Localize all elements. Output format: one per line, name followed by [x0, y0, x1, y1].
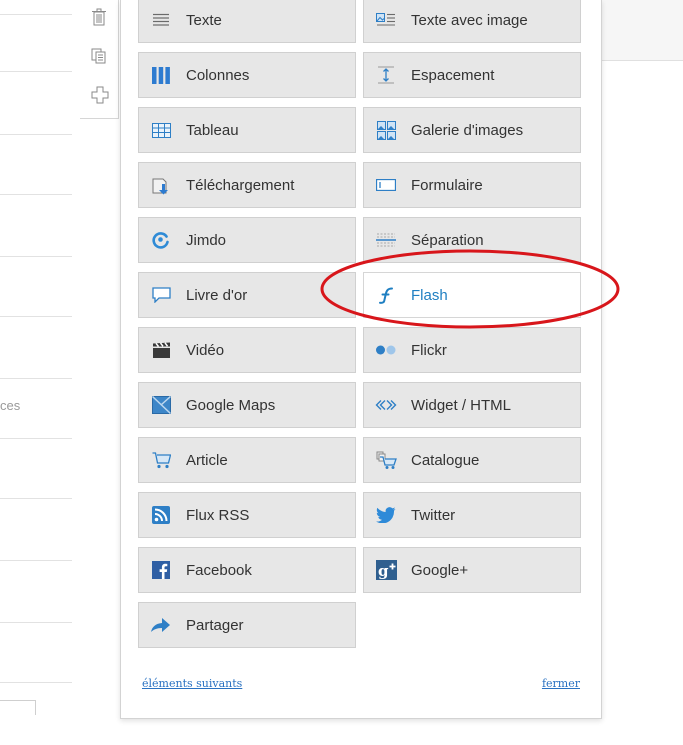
clapperboard-icon — [150, 339, 172, 361]
button-label: Twitter — [411, 506, 456, 524]
add-video-button[interactable]: Vidéo — [138, 327, 356, 373]
copy-icon[interactable] — [91, 48, 107, 64]
add-galerie-button[interactable]: Galerie d'images — [363, 107, 581, 153]
download-icon — [150, 174, 172, 196]
svg-text:g: g — [378, 562, 389, 580]
rss-icon — [150, 504, 172, 526]
share-arrow-icon — [150, 614, 172, 636]
table-icon — [150, 119, 172, 141]
add-separation-button[interactable]: Séparation — [363, 217, 581, 263]
form-icon — [375, 174, 397, 196]
jimdo-icon — [150, 229, 172, 251]
add-google-maps-button[interactable]: Google Maps — [138, 382, 356, 428]
button-label: Formulaire — [411, 176, 483, 194]
add-article-button[interactable]: Article — [138, 437, 356, 483]
divider — [0, 194, 72, 195]
divider — [0, 682, 72, 683]
divider — [0, 134, 72, 135]
button-label: Google+ — [411, 561, 469, 579]
button-label: Jimdo — [186, 231, 227, 249]
add-widget-html-button[interactable]: Widget / HTML — [363, 382, 581, 428]
button-label: Galerie d'images — [411, 121, 524, 139]
element-tool-strip — [80, 0, 119, 119]
add-livre-dor-button[interactable]: Livre d'or — [138, 272, 356, 318]
button-label: Partager — [186, 616, 244, 634]
columns-icon — [150, 64, 172, 86]
add-twitter-button[interactable]: Twitter — [363, 492, 581, 538]
button-label: Colonnes — [186, 66, 250, 84]
move-icon[interactable] — [91, 86, 109, 104]
add-jimdo-button[interactable]: Jimdo — [138, 217, 356, 263]
button-label: Widget / HTML — [411, 396, 512, 414]
button-label: Article — [186, 451, 228, 469]
button-label: Flickr — [411, 341, 447, 359]
trash-icon[interactable] — [91, 8, 107, 26]
text-lines-icon — [150, 9, 172, 31]
divider — [0, 438, 72, 439]
gallery-icon — [375, 119, 397, 141]
divider — [0, 256, 72, 257]
add-google-plus-button[interactable]: g Google+ — [363, 547, 581, 593]
twitter-icon — [375, 504, 397, 526]
add-flux-rss-button[interactable]: Flux RSS — [138, 492, 356, 538]
button-label: Séparation — [411, 231, 484, 249]
add-texte-avec-image-button[interactable]: Texte avec image — [363, 0, 581, 43]
add-catalogue-button[interactable]: Catalogue — [363, 437, 581, 483]
add-flash-button[interactable]: Flash — [363, 272, 581, 318]
flash-icon — [375, 284, 397, 306]
map-icon — [150, 394, 172, 416]
button-label: Téléchargement — [186, 176, 295, 194]
button-label: Vidéo — [186, 341, 225, 359]
button-label: Tableau — [186, 121, 239, 139]
button-label: Facebook — [186, 561, 252, 579]
add-formulaire-button[interactable]: Formulaire — [363, 162, 581, 208]
text-image-icon — [375, 9, 397, 31]
button-label: Flash — [411, 286, 448, 304]
facebook-icon — [150, 559, 172, 581]
google-plus-icon: g — [375, 559, 397, 581]
add-facebook-button[interactable]: Facebook — [138, 547, 356, 593]
add-texte-button[interactable]: Texte — [138, 0, 356, 43]
divider — [0, 622, 72, 623]
button-label: Google Maps — [186, 396, 276, 414]
divider — [0, 14, 72, 15]
add-colonnes-button[interactable]: Colonnes — [138, 52, 356, 98]
separator-icon — [375, 229, 397, 251]
button-label: Texte avec image — [411, 11, 528, 29]
close-link[interactable]: fermer — [542, 677, 580, 690]
catalogue-icon — [375, 449, 397, 471]
add-telechargement-button[interactable]: Téléchargement — [138, 162, 356, 208]
partial-page-text: ces — [0, 398, 21, 413]
button-label: Espacement — [411, 66, 495, 84]
code-icon — [375, 394, 397, 416]
next-elements-link[interactable]: éléments suivants — [142, 677, 242, 690]
add-flickr-button[interactable]: Flickr — [363, 327, 581, 373]
add-partager-button[interactable]: Partager — [138, 602, 356, 648]
divider — [0, 498, 72, 499]
shopping-cart-icon — [150, 449, 172, 471]
page-corner — [0, 700, 36, 715]
flickr-icon — [375, 339, 397, 361]
divider — [0, 560, 72, 561]
button-label: Livre d'or — [186, 286, 248, 304]
add-tableau-button[interactable]: Tableau — [138, 107, 356, 153]
spacing-icon — [375, 64, 397, 86]
add-element-panel: Texte Colonnes Tableau Téléchargement Ji… — [120, 0, 602, 719]
divider — [0, 378, 72, 379]
button-label: Texte — [186, 11, 222, 29]
button-label: Flux RSS — [186, 506, 250, 524]
speech-bubble-icon — [150, 284, 172, 306]
add-espacement-button[interactable]: Espacement — [363, 52, 581, 98]
button-label: Catalogue — [411, 451, 480, 469]
divider — [0, 71, 72, 72]
divider — [0, 316, 72, 317]
